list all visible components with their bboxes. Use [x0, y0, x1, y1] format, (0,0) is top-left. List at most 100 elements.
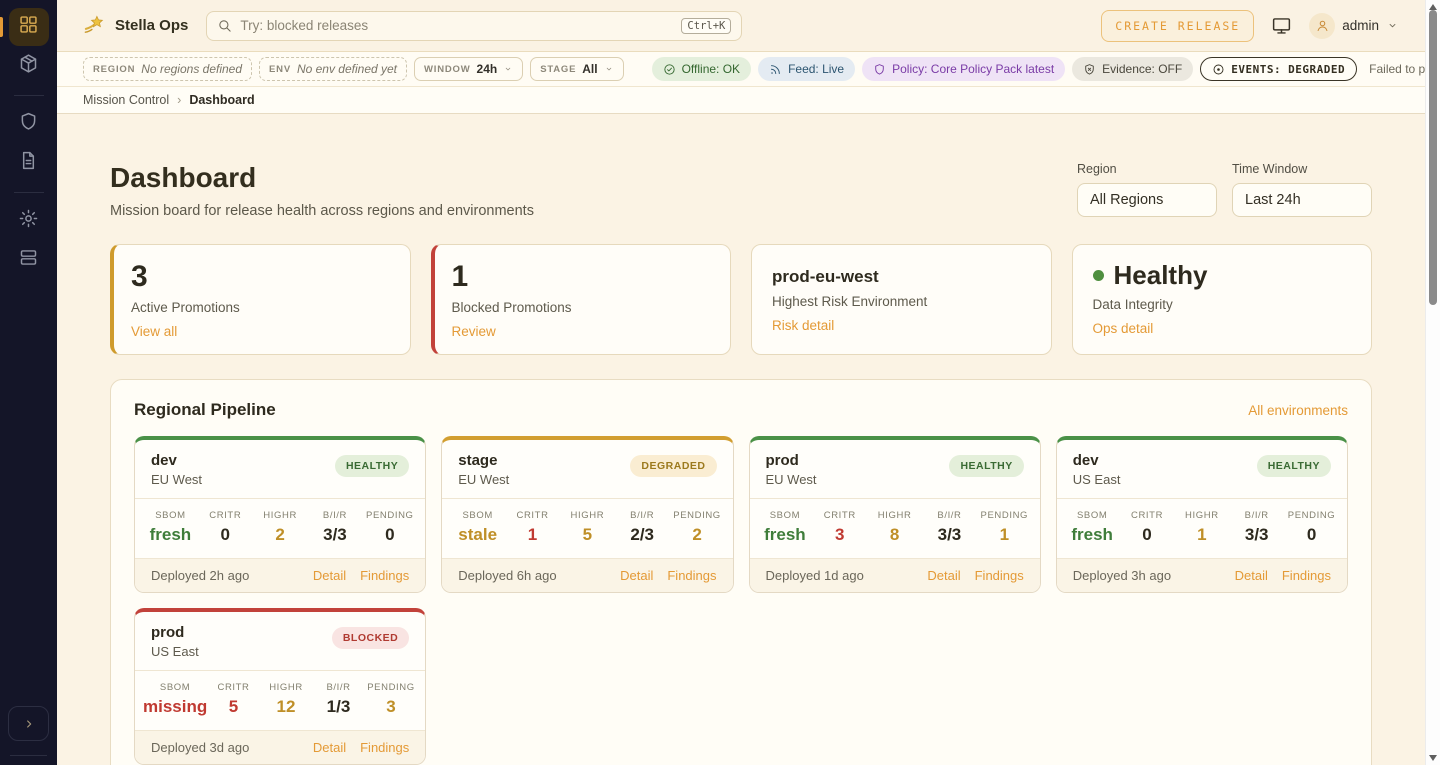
- environment-name: dev: [151, 452, 202, 469]
- top-bar: Stella Ops Ctrl+K CREATE RELEASE admin: [57, 0, 1425, 52]
- detail-link[interactable]: Detail: [313, 740, 346, 755]
- stat-value: 2: [670, 525, 725, 545]
- global-search[interactable]: Ctrl+K: [206, 11, 742, 41]
- events-status-pill[interactable]: EVENTS: DEGRADED: [1200, 57, 1357, 81]
- monitor-icon[interactable]: [1271, 15, 1292, 36]
- context-chips: REGIONNo regions definedENVNo env define…: [83, 57, 624, 81]
- pipeline-stats: SBOMstaleCRITR1HIGHR5B/I/R2/3PENDING2: [442, 498, 732, 558]
- findings-link[interactable]: Findings: [360, 568, 409, 583]
- time-window-filter-label: Time Window: [1232, 162, 1372, 176]
- environment-name: prod: [151, 624, 199, 641]
- offline-status-pill[interactable]: Offline: OK: [652, 57, 751, 81]
- region-chip: REGIONNo regions defined: [83, 57, 252, 81]
- region-filter-group: Region All Regions: [1077, 162, 1217, 217]
- page-scrollbar[interactable]: [1425, 0, 1440, 765]
- stat-value: fresh: [1065, 525, 1120, 545]
- sidebar-items: [9, 8, 49, 280]
- environment-region: US East: [1073, 472, 1121, 487]
- pipeline-stats: SBOMmissingCRITR5HIGHR12B/I/R1/3PENDING3: [135, 670, 425, 730]
- findings-link[interactable]: Findings: [360, 740, 409, 755]
- pipeline-card-dev-us-east: devUS EastHEALTHYSBOMfreshCRITR0HIGHR1B/…: [1056, 436, 1348, 593]
- time-window-filter-select[interactable]: Last 24h: [1232, 183, 1372, 217]
- summary-link[interactable]: Ops detail: [1093, 321, 1154, 336]
- detail-link[interactable]: Detail: [620, 568, 653, 583]
- stat-header: HIGHR: [867, 510, 922, 521]
- stat-value: 0: [1284, 525, 1339, 545]
- findings-link[interactable]: Findings: [667, 568, 716, 583]
- context-bar: REGIONNo regions definedENVNo env define…: [57, 52, 1425, 87]
- window-chip[interactable]: WINDOW24h: [414, 57, 523, 81]
- scrollbar-down-arrow[interactable]: [1429, 755, 1437, 761]
- stat-value: 0: [1120, 525, 1175, 545]
- nav-security[interactable]: [9, 105, 49, 143]
- user-icon: [1309, 13, 1335, 39]
- shield-icon: [873, 63, 886, 76]
- user-menu[interactable]: admin: [1309, 13, 1399, 39]
- nav-dashboard[interactable]: [9, 8, 49, 46]
- pipeline-card-footer: Deployed 3h agoDetailFindings: [1057, 558, 1347, 592]
- all-environments-link[interactable]: All environments: [1248, 403, 1348, 418]
- feed-status-pill[interactable]: Feed: Live: [758, 57, 855, 81]
- environment-identity: devEU West: [151, 452, 202, 487]
- summary-label: Data Integrity: [1093, 297, 1352, 312]
- nav-settings[interactable]: [9, 202, 49, 240]
- detail-link[interactable]: Detail: [927, 568, 960, 583]
- stat-value: 3/3: [308, 525, 363, 545]
- findings-link[interactable]: Findings: [1282, 568, 1331, 583]
- detail-link[interactable]: Detail: [1235, 568, 1268, 583]
- stat-header: PENDING: [362, 510, 417, 521]
- stat-critr: CRITR3: [812, 510, 867, 545]
- search-input[interactable]: [240, 18, 673, 33]
- nav-divider: [14, 192, 44, 193]
- brand[interactable]: Stella Ops: [83, 14, 188, 37]
- highest-risk-card: prod-eu-westHighest Risk EnvironmentRisk…: [751, 244, 1052, 355]
- scrollbar-thumb[interactable]: [1429, 10, 1437, 305]
- pipeline-links: Detail Findings: [1235, 568, 1331, 583]
- region-filter-label: Region: [1077, 162, 1217, 176]
- pipeline-links: Detail Findings: [620, 568, 716, 583]
- breadcrumb: Mission Control › Dashboard: [57, 87, 1425, 114]
- nav-infrastructure[interactable]: [9, 241, 49, 279]
- stat-value: 1: [1174, 525, 1229, 545]
- deployed-time: Deployed 3d ago: [151, 740, 249, 755]
- deployed-time: Deployed 1d ago: [766, 568, 864, 583]
- sidebar-expand-button[interactable]: [8, 706, 49, 741]
- stat-b-i-r: B/I/R2/3: [615, 510, 670, 545]
- summary-link[interactable]: Review: [452, 324, 496, 339]
- stage-chip[interactable]: STAGEAll: [530, 57, 623, 81]
- stat-header: CRITR: [207, 682, 260, 693]
- pipeline-card-header: stageEU WestDEGRADED: [442, 440, 732, 498]
- dashboard-content: Dashboard Mission board for release heal…: [57, 114, 1425, 765]
- create-release-button[interactable]: CREATE RELEASE: [1101, 10, 1254, 42]
- nav-documents[interactable]: [9, 144, 49, 182]
- user-name: admin: [1342, 18, 1379, 33]
- pill-label: Offline: OK: [682, 62, 740, 76]
- breadcrumb-mission-control[interactable]: Mission Control: [83, 93, 169, 107]
- summary-cards: 3Active PromotionsView all1Blocked Promo…: [110, 244, 1372, 355]
- stat-b-i-r: B/I/R3/3: [922, 510, 977, 545]
- active-nav-indicator: [0, 17, 3, 37]
- stat-header: PENDING: [1284, 510, 1339, 521]
- stat-value: 1: [505, 525, 560, 545]
- pipeline-links: Detail Findings: [313, 740, 409, 755]
- findings-link[interactable]: Findings: [975, 568, 1024, 583]
- chip-value: No regions defined: [141, 62, 242, 76]
- summary-link[interactable]: Risk detail: [772, 318, 834, 333]
- detail-link[interactable]: Detail: [313, 568, 346, 583]
- summary-link[interactable]: View all: [131, 324, 177, 339]
- region-filter-select[interactable]: All Regions: [1077, 183, 1217, 217]
- stat-value: 2/3: [615, 525, 670, 545]
- evidence-status-pill[interactable]: Evidence: OFF: [1072, 57, 1193, 81]
- pipeline-stats: SBOMfreshCRITR0HIGHR2B/I/R3/3PENDING0: [135, 498, 425, 558]
- chevron-down-icon: [1386, 19, 1399, 32]
- page-title: Dashboard: [110, 162, 534, 194]
- environment-name: dev: [1073, 452, 1121, 469]
- pipeline-links: Detail Findings: [927, 568, 1023, 583]
- pipeline-card-header: devEU WestHEALTHY: [135, 440, 425, 498]
- chip-value: No env defined yet: [297, 62, 397, 76]
- status-pills: Offline: OK Feed: Live Policy: Core Policy…: [652, 57, 1358, 81]
- policy-status-pill[interactable]: Policy: Core Policy Pack latest: [862, 57, 1065, 81]
- nav-releases[interactable]: [9, 47, 49, 85]
- stat-header: B/I/R: [312, 682, 365, 693]
- chip-label: WINDOW: [424, 64, 470, 75]
